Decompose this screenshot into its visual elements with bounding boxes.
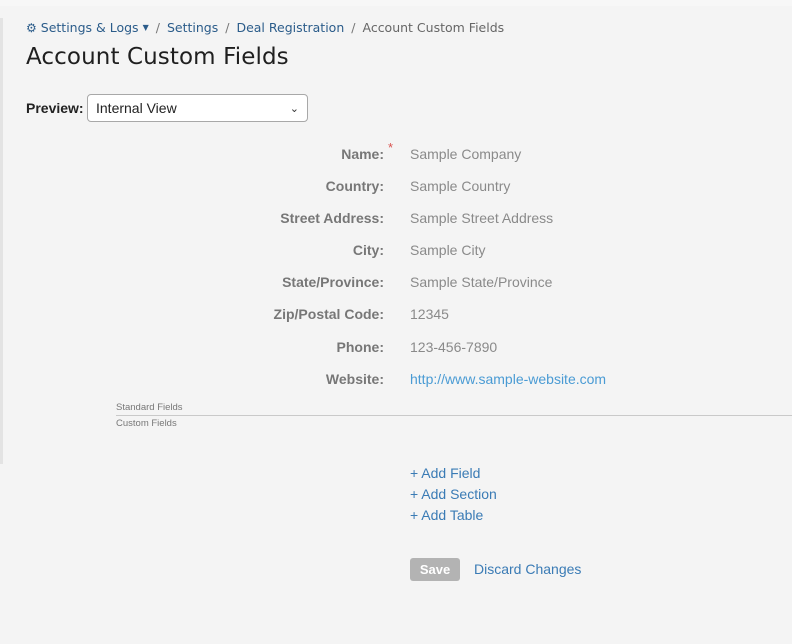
add-section-link[interactable]: + Add Section: [410, 486, 497, 502]
field-row-website: Website: http://www.sample-website.com: [0, 371, 792, 391]
required-marker: *: [388, 140, 394, 155]
field-value: Sample Company: [410, 146, 522, 162]
field-row-name: Name: * Sample Company: [0, 140, 792, 166]
breadcrumb-settings-logs-label: Settings & Logs: [40, 19, 139, 35]
field-row-street-address: Street Address: Sample Street Address: [0, 210, 792, 230]
website-link[interactable]: http://www.sample-website.com: [410, 371, 606, 387]
section-divider: [116, 415, 792, 416]
field-label: Website:: [325, 371, 384, 387]
preview-label: Preview:: [26, 100, 84, 116]
field-label: Phone:: [336, 339, 384, 355]
field-value: Sample City: [410, 242, 486, 258]
field-row-city: City: Sample City: [0, 242, 792, 262]
page-title: Account Custom Fields: [26, 44, 289, 70]
field-value: 123-456-7890: [410, 339, 498, 355]
field-value: Sample State/Province: [410, 274, 553, 290]
field-label: Name:: [341, 146, 384, 162]
field-label: City:: [352, 242, 384, 258]
discard-changes-link[interactable]: Discard Changes: [474, 561, 581, 577]
field-value: Sample Street Address: [410, 210, 554, 226]
gear-icon: ⚙: [26, 20, 37, 35]
breadcrumb-separator: /: [225, 19, 230, 35]
breadcrumb-settings-logs[interactable]: ⚙ Settings & Logs ▼: [26, 20, 149, 35]
add-field-link[interactable]: + Add Field: [410, 465, 480, 481]
field-label: Street Address:: [280, 210, 384, 226]
caret-down-icon: ▼: [142, 22, 149, 32]
breadcrumb-settings[interactable]: Settings: [167, 20, 218, 35]
field-value: 12345: [410, 306, 449, 322]
breadcrumb-separator: /: [155, 19, 160, 35]
field-row-country: Country: Sample Country: [0, 178, 792, 198]
field-row-zip-postal-code: Zip/Postal Code: 12345: [0, 306, 792, 326]
field-row-phone: Phone: 123-456-7890: [0, 339, 792, 359]
field-label: Country:: [325, 178, 384, 194]
section-label-custom: Custom Fields: [116, 418, 177, 429]
preview-select[interactable]: Internal View ⌄: [87, 94, 308, 122]
section-label-standard: Standard Fields: [116, 402, 183, 413]
breadcrumb-separator: /: [351, 19, 356, 35]
breadcrumb-deal-registration[interactable]: Deal Registration: [236, 20, 344, 35]
add-table-link[interactable]: + Add Table: [410, 507, 483, 523]
left-edge-rule: [0, 18, 3, 464]
top-strip: [0, 0, 792, 6]
field-label: State/Province:: [282, 274, 384, 290]
breadcrumb-current: Account Custom Fields: [362, 19, 505, 35]
field-row-state-province: State/Province: Sample State/Province: [0, 274, 792, 294]
field-value: Sample Country: [410, 178, 511, 194]
field-label: Zip/Postal Code:: [273, 306, 384, 322]
preview-select-value: Internal View: [96, 100, 177, 116]
chevron-down-icon: ⌄: [289, 102, 299, 115]
breadcrumb: ⚙ Settings & Logs ▼ / Settings / Deal Regi…: [26, 18, 504, 36]
save-button[interactable]: Save: [410, 558, 460, 581]
